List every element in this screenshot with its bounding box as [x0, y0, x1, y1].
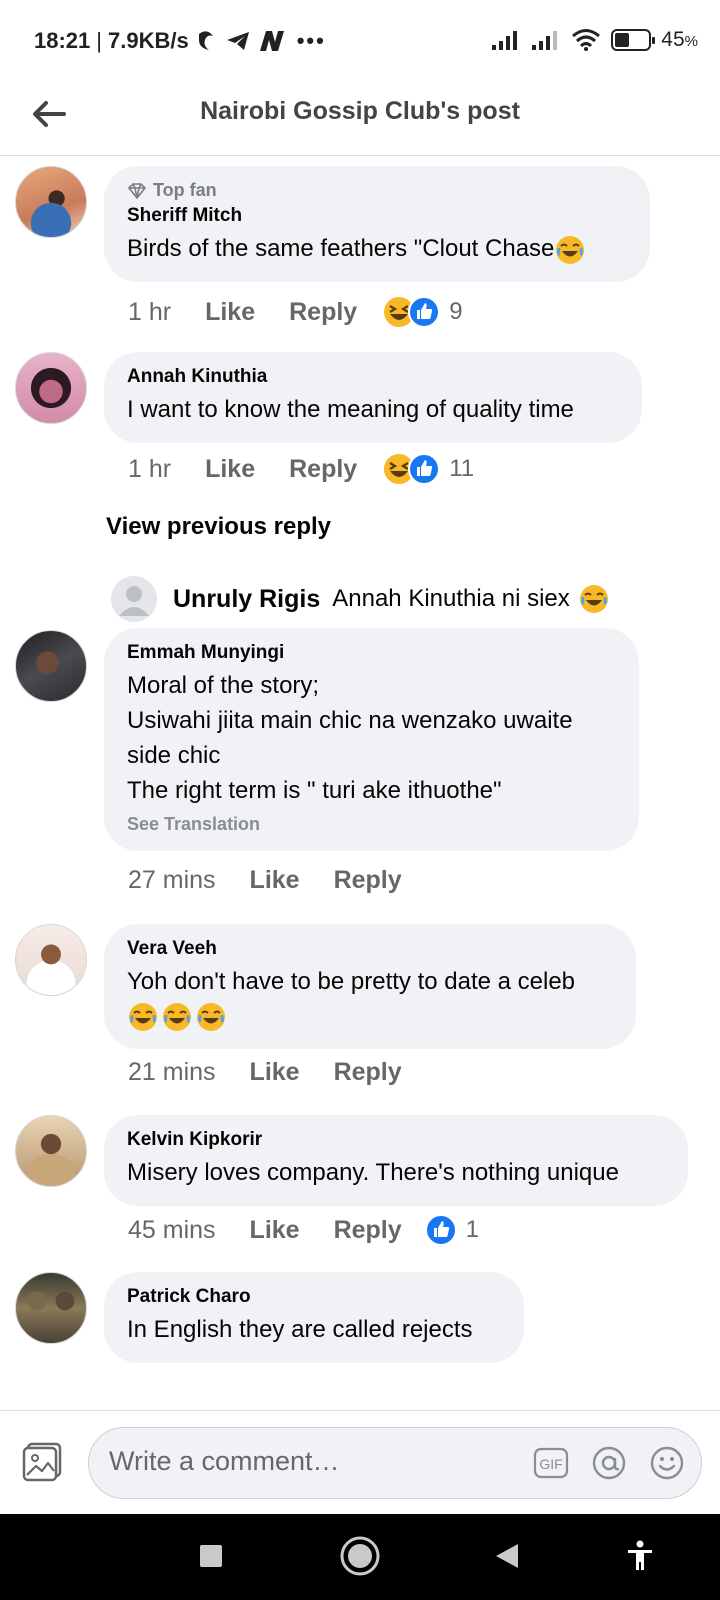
photo-icon[interactable] — [21, 1441, 63, 1483]
reaction-count: 11 — [449, 455, 475, 482]
emoji-picker-icon[interactable] — [649, 1445, 685, 1481]
see-translation-link[interactable]: See Translation — [127, 814, 617, 835]
comment-time: 1 hr — [128, 297, 172, 326]
comment-input[interactable]: Write a comment… GIF — [88, 1427, 702, 1499]
svg-text:GIF: GIF — [539, 1456, 562, 1472]
avatar[interactable] — [15, 630, 87, 702]
emoji-line — [127, 1001, 614, 1033]
like-button[interactable]: Like — [205, 455, 255, 484]
comment-text: Yoh don't have to be pretty to date a ce… — [127, 968, 576, 995]
like-button[interactable]: Like — [250, 1216, 300, 1245]
comment-meta: 21 mins Like Reply — [128, 1058, 436, 1087]
comment-text: In English they are called rejects — [127, 1316, 473, 1343]
nested-reply[interactable]: Unruly Rigis Annah Kinuthia ni siex — [111, 576, 610, 622]
more-notifications-icon: ••• — [296, 28, 326, 53]
comment-author[interactable]: Patrick Charo — [127, 1286, 502, 1308]
battery-fill — [615, 33, 630, 47]
like-button[interactable]: Like — [250, 1058, 300, 1087]
reply-button[interactable]: Reply — [334, 1216, 402, 1245]
status-bar: 18:21 | 7.9KB/s ••• 45% — [0, 0, 720, 80]
tears-of-joy-emoji-icon — [579, 585, 608, 613]
status-time: 18:21 — [34, 28, 91, 53]
tears-of-joy-emoji-icon — [197, 1003, 225, 1031]
home-button-icon[interactable] — [338, 1534, 382, 1578]
wifi-icon — [572, 29, 601, 51]
like-reaction-icon — [424, 1214, 457, 1246]
system-nav-bar — [0, 1514, 720, 1600]
avatar[interactable] — [15, 924, 87, 996]
comment-text: Moral of the story; Usiwahi jiita main c… — [127, 672, 573, 804]
like-button[interactable]: Like — [205, 298, 255, 327]
tears-of-joy-emoji-icon — [163, 1003, 191, 1031]
top-fan-badge: Top fan — [127, 180, 628, 201]
gif-icon[interactable]: GIF — [533, 1447, 569, 1479]
comment-time: 21 mins — [128, 1058, 216, 1086]
comment-author[interactable]: Sheriff Mitch — [127, 205, 628, 227]
comment-meta: 1 hr Like Reply 11 — [128, 451, 474, 487]
back-button-icon[interactable] — [494, 1542, 520, 1570]
battery-percent: 45% — [661, 28, 698, 51]
status-right: 45% — [491, 28, 698, 52]
like-reaction-icon — [408, 296, 441, 328]
avatar[interactable] — [15, 352, 87, 424]
comment-meta: 45 mins Like Reply 1 — [128, 1213, 479, 1247]
comment-author[interactable]: Emmah Munyingi — [127, 642, 617, 664]
reply-button[interactable]: Reply — [334, 1058, 402, 1087]
diamond-icon — [127, 182, 147, 199]
reactions-summary[interactable]: 11 — [381, 451, 474, 487]
like-reaction-icon — [408, 453, 441, 485]
reactions-summary[interactable]: 9 — [381, 294, 463, 330]
mention-icon[interactable] — [591, 1445, 627, 1481]
tears-of-joy-emoji-icon — [129, 1003, 157, 1031]
reaction-count: 9 — [449, 298, 463, 325]
reply-button[interactable]: Reply — [289, 455, 357, 484]
n-app-icon — [259, 31, 284, 51]
comment-bubble[interactable]: Annah Kinuthia I want to know the meanin… — [104, 352, 642, 443]
app-notification-icon — [198, 31, 213, 50]
status-left: 18:21 | 7.9KB/s ••• — [34, 28, 326, 53]
comment-text: I want to know the meaning of quality ti… — [127, 396, 574, 423]
comment-bubble[interactable]: Kelvin Kipkorir Misery loves company. Th… — [104, 1115, 688, 1206]
comment-bubble[interactable]: Top fan Sheriff Mitch Birds of the same … — [104, 166, 650, 282]
battery-icon — [611, 29, 656, 51]
reply-button[interactable]: Reply — [334, 866, 402, 895]
network-speed: 7.9KB/s — [108, 28, 189, 53]
comment-text: Misery loves company. There's nothing un… — [127, 1159, 619, 1186]
comment-meta: 27 mins Like Reply — [128, 866, 436, 895]
comment-time: 27 mins — [128, 866, 216, 894]
like-button[interactable]: Like — [250, 866, 300, 895]
comment-time: 1 hr — [128, 454, 172, 483]
comment-time: 45 mins — [128, 1215, 216, 1244]
reply-button[interactable]: Reply — [289, 298, 357, 327]
view-previous-reply-link[interactable]: View previous reply — [106, 513, 331, 541]
tears-of-joy-emoji-icon — [556, 235, 585, 264]
signal-icon-2 — [532, 31, 558, 50]
comment-author[interactable]: Kelvin Kipkorir — [127, 1129, 666, 1151]
comment-input-placeholder: Write a comment… — [109, 1446, 340, 1476]
avatar[interactable] — [15, 166, 87, 238]
reactions-summary[interactable]: 1 — [424, 1213, 479, 1247]
accessibility-icon[interactable] — [626, 1540, 654, 1572]
recents-button-icon[interactable] — [199, 1544, 223, 1568]
comment-author[interactable]: Vera Veeh — [127, 938, 614, 960]
reply-author[interactable]: Unruly Rigis — [173, 585, 320, 614]
comment-meta: 1 hr Like Reply 9 — [128, 294, 463, 330]
comment-bubble[interactable]: Vera Veeh Yoh don't have to be pretty to… — [104, 924, 636, 1049]
post-header: Nairobi Gossip Club's post — [0, 80, 720, 156]
comment-composer: Write a comment… GIF — [0, 1410, 720, 1514]
reply-text: Annah Kinuthia ni siex — [332, 585, 570, 612]
comment-bubble[interactable]: Patrick Charo In English they are called… — [104, 1272, 524, 1363]
comment-author[interactable]: Annah Kinuthia — [127, 366, 620, 388]
signal-icon — [492, 31, 518, 50]
avatar[interactable] — [15, 1115, 87, 1187]
avatar[interactable] — [15, 1272, 87, 1344]
comment-bubble[interactable]: Emmah Munyingi Moral of the story; Usiwa… — [104, 628, 639, 851]
page-title: Nairobi Gossip Club's post — [200, 97, 520, 125]
reaction-count: 1 — [465, 1216, 480, 1243]
comment-text: Birds of the same feathers "Clout Chase — [127, 231, 628, 266]
default-avatar-icon[interactable] — [111, 576, 157, 622]
telegram-icon — [226, 32, 249, 50]
